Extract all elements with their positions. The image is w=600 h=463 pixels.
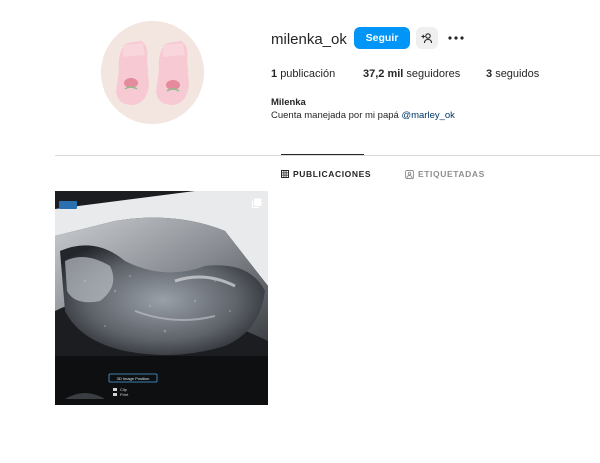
tab-posts[interactable]: PUBLICACIONES xyxy=(281,169,371,179)
tagged-user-icon xyxy=(405,169,414,179)
posts-count-label: publicación xyxy=(280,68,336,80)
bio-mention-link[interactable]: @marley_ok xyxy=(401,110,454,121)
profile-bio: Cuenta manejada por mi papá @marley_ok xyxy=(271,110,455,121)
ellipsis-icon xyxy=(448,36,464,40)
tab-tagged[interactable]: ETIQUETADAS xyxy=(405,169,485,179)
follow-button[interactable]: Seguir xyxy=(354,27,410,49)
following-count-value: 3 xyxy=(486,68,493,80)
more-options-button[interactable] xyxy=(445,29,467,47)
profile-avatar[interactable] xyxy=(101,21,204,124)
suggested-accounts-button[interactable] xyxy=(416,27,438,49)
ultrasound-image: 3D Image Position Clip Print xyxy=(55,191,268,405)
posts-count: 1 publicación xyxy=(271,68,335,80)
posts-count-value: 1 xyxy=(271,68,278,80)
profile-username: milenka_ok xyxy=(271,31,347,48)
tab-tagged-label: ETIQUETADAS xyxy=(418,169,485,179)
ultrasound-overlay-label: 3D Image Position xyxy=(117,376,150,381)
tabs-divider xyxy=(55,155,600,156)
person-plus-icon xyxy=(421,33,433,44)
following-count-label: seguidos xyxy=(495,68,540,80)
followers-count-label: seguidores xyxy=(406,68,461,80)
multiple-images-icon xyxy=(251,198,262,209)
active-tab-indicator xyxy=(281,154,364,155)
ultrasound-footer-print: Print xyxy=(120,392,129,397)
following-link[interactable]: 3 seguidos xyxy=(486,68,539,80)
grid-icon xyxy=(281,170,289,178)
bio-text: Cuenta manejada por mi papá xyxy=(271,110,399,121)
profile-full-name: Milenka xyxy=(271,97,306,108)
post-thumbnail[interactable]: 3D Image Position Clip Print xyxy=(55,191,268,405)
followers-link[interactable]: 37,2 mil seguidores xyxy=(363,68,460,80)
tab-posts-label: PUBLICACIONES xyxy=(293,169,372,179)
baby-booties-image xyxy=(101,21,204,124)
followers-count-value: 37,2 mil xyxy=(363,68,404,80)
